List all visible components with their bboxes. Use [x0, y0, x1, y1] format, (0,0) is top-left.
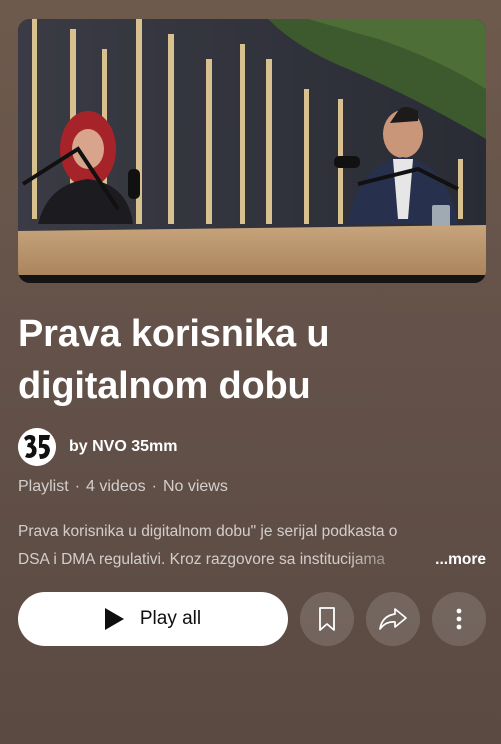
share-icon — [379, 608, 407, 630]
playlist-type: Playlist — [18, 478, 69, 495]
view-count: No views — [162, 478, 228, 495]
play-all-label: Play all — [139, 608, 202, 629]
channel-avatar[interactable] — [18, 428, 56, 466]
more-link[interactable]: ...more — [435, 546, 486, 574]
share-button[interactable] — [366, 592, 420, 646]
playlist-meta: Playlist · 4 videos · No views — [18, 478, 228, 496]
play-icon — [104, 608, 124, 630]
description-line: Prava korisnika u digitalnom dobu" je se… — [18, 523, 398, 540]
playlist-title: Prava korisnika u digitalnom dobu — [18, 313, 330, 407]
save-button[interactable] — [300, 592, 354, 646]
thumbnail-image — [18, 19, 486, 283]
more-vertical-icon — [456, 608, 462, 630]
meta-separator: · — [151, 478, 157, 495]
description-line: DSA i DMA regulativi. Kroz razgovore sa … — [18, 551, 385, 568]
playlist-thumbnail[interactable] — [18, 19, 486, 283]
video-count: 4 videos — [86, 478, 146, 495]
meta-separator: · — [74, 478, 81, 495]
more-actions-button[interactable] — [432, 592, 486, 646]
playlist-description[interactable]: Prava korisnika u digitalnom dobu" je se… — [18, 518, 488, 574]
play-all-button[interactable]: Play all — [18, 592, 288, 646]
channel-logo-icon — [18, 428, 56, 466]
bookmark-icon — [319, 607, 335, 631]
owner-name[interactable]: by NVO 35mm — [69, 438, 177, 456]
owner-row[interactable]: by NVO 35mm — [18, 428, 177, 466]
